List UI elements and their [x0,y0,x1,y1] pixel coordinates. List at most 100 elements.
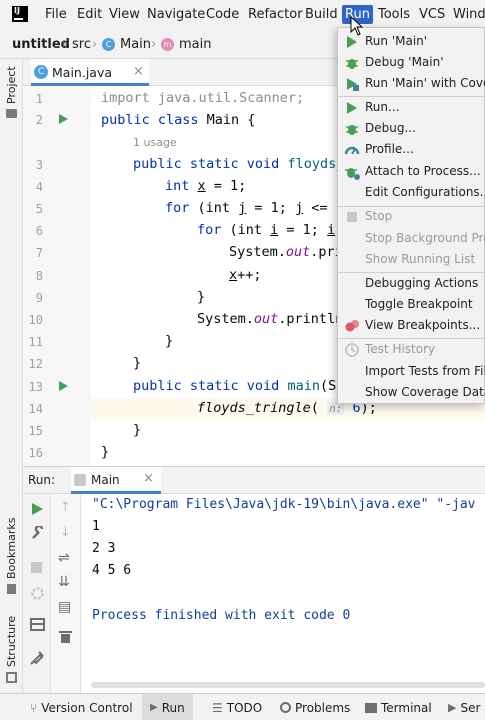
line-number: 14 [28,402,43,416]
rerun-icon[interactable] [31,502,44,516]
close-icon[interactable]: × [133,64,144,79]
version-control-tab[interactable]: ⑂ Version Control [30,694,133,720]
run-tab-label: Run [161,700,185,715]
menu-refactor[interactable]: Refactor [248,7,303,22]
terminal-tab[interactable]: Terminal [365,694,432,720]
attach-debugger-icon [345,168,360,180]
print-icon[interactable]: ▤ [58,599,71,615]
run-tab[interactable]: ▶ Run [142,694,193,720]
soft-wrap-icon[interactable]: ⇌ [58,550,70,566]
console-command: "C:\Program Files\Java\jdk-19\bin\java.e… [92,497,476,512]
breadcrumb-class[interactable]: Main [120,37,151,52]
menu-item-profile[interactable]: Profile... [338,139,485,160]
terminal-icon [365,702,377,713]
menu-item-edit-configurations[interactable]: Edit Configurations... [338,182,485,203]
menu-view[interactable]: View [109,7,140,22]
pin-icon[interactable] [30,650,45,665]
gear-icon[interactable] [30,586,45,601]
menu-item-stop-background[interactable]: Stop Background Proc [338,228,485,249]
menu-item-debug[interactable]: Debug... [338,118,485,139]
breadcrumb-method[interactable]: main [179,37,211,52]
trash-icon[interactable] [59,630,72,644]
line-number: 11 [28,335,43,349]
structure-icon [6,672,17,683]
services-icon: ▶ [448,701,457,714]
horizontal-scrollbar[interactable] [91,682,485,688]
menu-item-debug-main[interactable]: Debug 'Main' [338,52,485,73]
menu-item-show-running-list[interactable]: Show Running List [338,249,485,270]
menu-item-stop[interactable]: Stop [338,206,485,227]
menu-window[interactable]: Windo [453,7,485,22]
menu-item-debugging-actions[interactable]: Debugging Actions [338,273,485,294]
usage-hint[interactable]: 1 usage [133,136,177,149]
menu-item-test-history[interactable]: Test History [338,339,485,360]
arrow-up-icon[interactable]: ↑ [60,500,71,515]
menu-item-run-with-coverage[interactable]: Run 'Main' with Covera [338,73,485,94]
line-number: 4 [35,180,43,194]
list-icon: ☰ [212,700,223,715]
code-line-16: } [101,444,110,460]
line-number: 1 [35,92,43,106]
menu-edit[interactable]: Edit [77,7,102,22]
run-gutter-icon[interactable] [58,380,69,392]
breadcrumb-separator: › [62,37,68,52]
code-line-3: public static void floyds_ [133,156,345,172]
line-number: 9 [35,291,43,305]
line-number: 6 [35,224,43,238]
bookmarks-tool-button[interactable]: Bookmarks [5,518,18,579]
menu-navigate[interactable]: Navigate [147,7,205,22]
menu-item-import-tests[interactable]: Import Tests from File... [338,361,485,382]
arrow-down-icon[interactable]: ↓ [60,525,71,540]
run-tool-window-header: Run: Main × [23,466,485,494]
console-line: 1 [92,519,100,534]
tab-main-java[interactable]: C Main.java × [31,59,149,86]
menu-build[interactable]: Build [305,7,338,22]
menu-item-view-breakpoints[interactable]: View Breakpoints... [338,315,485,336]
todo-label: TODO [226,700,263,715]
code-line-1: import java.util.Scanner; [101,90,305,106]
line-number: 13 [28,380,43,394]
todo-tab[interactable]: ☰ TODO [212,694,262,720]
run-config-tab[interactable]: Main × [71,467,161,494]
console-line: 2 3 [92,541,116,556]
console-line: 4 5 6 [92,563,132,578]
run-gutter-icon[interactable] [58,113,69,125]
menu-item-toggle-breakpoint[interactable]: Toggle Breakpoint [338,294,485,315]
line-number: 15 [28,424,43,438]
structure-tool-button[interactable]: Structure [5,616,18,667]
project-tool-button[interactable]: Project [5,66,18,104]
tab-label: Main.java [52,65,113,80]
services-tab[interactable]: ▶ Ser [448,694,480,720]
code-line-5: for (int j = 1; j <= n [165,200,344,216]
scroll-to-end-icon[interactable]: ⇊ [58,574,70,590]
menu-item-attach-to-process[interactable]: Attach to Process... [338,161,485,182]
layout-icon[interactable] [30,618,45,631]
mouse-cursor-icon [350,16,364,36]
menu-tools[interactable]: Tools [378,7,410,22]
problems-tab[interactable]: Problems [280,694,350,720]
bug-icon [346,125,358,135]
left-tool-window-strip: Project Bookmarks Structure [0,59,23,693]
console-output[interactable]: "C:\Program Files\Java\jdk-19\bin\java.e… [81,494,485,693]
bottom-tool-window-bar: ⑂ Version Control ▶ Run ☰ TODO Problems … [0,693,485,720]
breadcrumb-separator: › [92,37,98,52]
menu-item-run[interactable]: Run... [338,97,485,118]
run-toolbar-secondary: ↑ ↓ ⇌ ⇊ ▤ [51,494,81,693]
bookmark-icon [7,584,16,594]
code-line-6: for (int i = 1; i [197,222,336,238]
wrench-icon[interactable] [30,526,45,541]
code-line-12: } [133,355,142,371]
problems-label: Problems [295,700,351,715]
play-icon: ▶ [150,702,158,713]
close-icon[interactable]: × [143,471,154,486]
breadcrumb-src[interactable]: src [72,37,91,52]
code-line-15: } [133,422,142,438]
history-icon [345,343,359,357]
menu-item-show-coverage-data[interactable]: Show Coverage Data... [338,382,485,403]
menu-vcs[interactable]: VCS [419,7,445,22]
menu-code[interactable]: Code [206,7,239,22]
bug-icon [346,59,358,69]
stop-icon[interactable] [31,562,42,573]
code-line-7: System.out.pri [229,244,343,260]
menu-file[interactable]: File [45,7,67,22]
